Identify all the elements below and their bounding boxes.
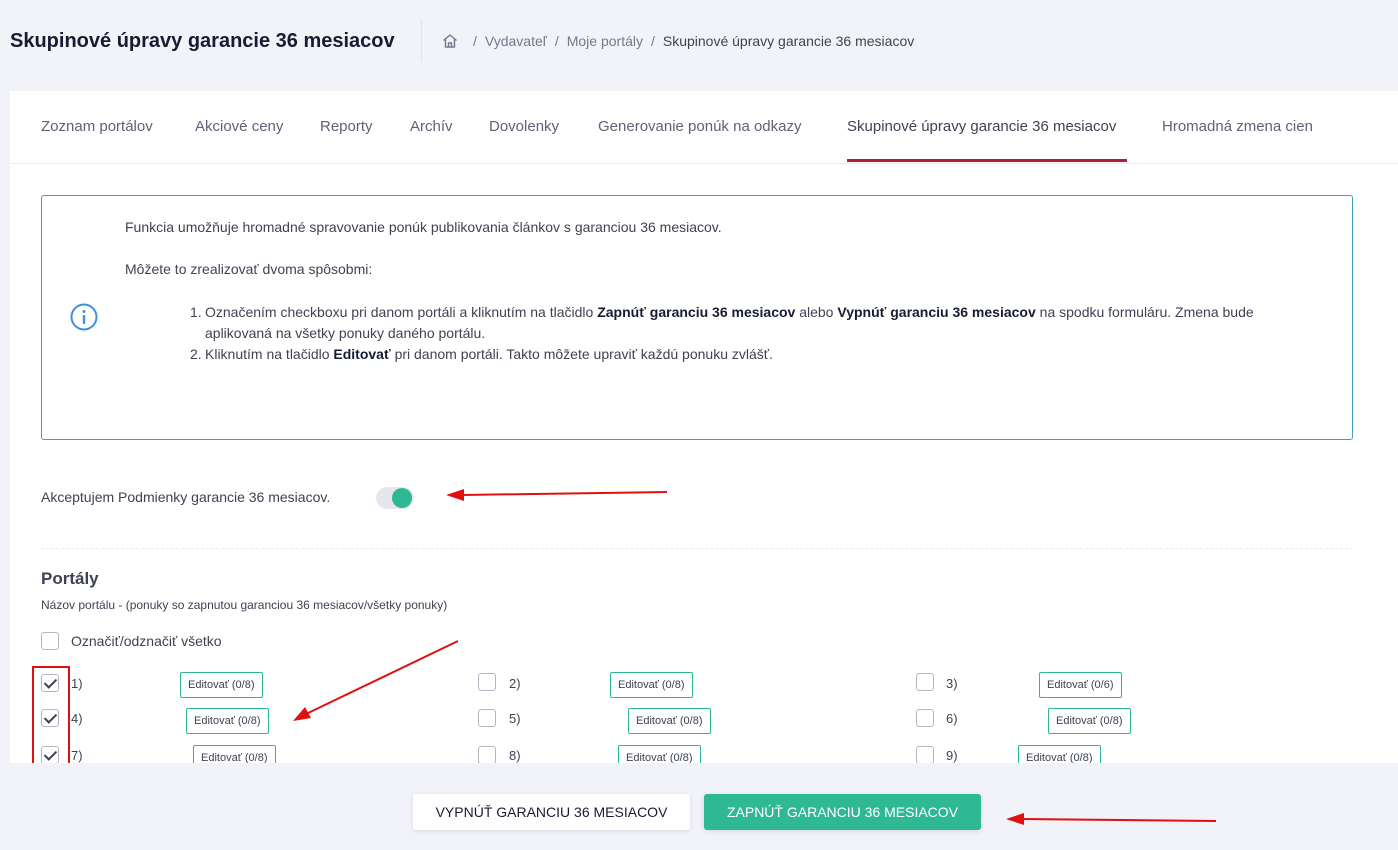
active-tab-indicator bbox=[847, 159, 1127, 162]
info-alert: Funkcia umožňuje hromadné spravovanie po… bbox=[41, 195, 1353, 440]
portal-checkbox[interactable] bbox=[916, 673, 934, 691]
select-all-label: Označiť/odznačiť všetko bbox=[71, 633, 222, 649]
list-text: alebo bbox=[795, 304, 838, 320]
list-text: Označením checkboxu pri danom portáli a … bbox=[205, 304, 598, 320]
portal-number: 5) bbox=[509, 711, 521, 726]
portal-edit-button[interactable]: Editovať (0/6) bbox=[1039, 672, 1122, 698]
portals-subtitle: Názov portálu - (ponuky so zapnutou gara… bbox=[41, 598, 448, 612]
tab-promo-prices[interactable]: Akciové ceny bbox=[195, 118, 283, 135]
portal-edit-button[interactable]: Editovať (0/8) bbox=[628, 708, 711, 734]
main-card: Zoznam portálov Akciové ceny Reporty Arc… bbox=[10, 91, 1398, 771]
breadcrumb-separator: / bbox=[473, 33, 477, 49]
tab-group-guarantee[interactable]: Skupinové úpravy garancie 36 mesiacov bbox=[847, 118, 1116, 135]
portal-number: 3) bbox=[946, 676, 958, 691]
breadcrumb-separator: / bbox=[554, 33, 559, 49]
tab-reports[interactable]: Reporty bbox=[320, 118, 373, 135]
select-all-row: Označiť/odznačiť všetko bbox=[41, 632, 222, 650]
breadcrumb-publisher[interactable]: Vydavateľ bbox=[485, 33, 547, 49]
annotation-highlight-box bbox=[32, 666, 70, 776]
portal-checkbox[interactable] bbox=[478, 709, 496, 727]
select-all-checkbox[interactable] bbox=[41, 632, 59, 650]
portal-checkbox[interactable] bbox=[916, 709, 934, 727]
breadcrumb-current: Skupinové úpravy garancie 36 mesiacov bbox=[662, 33, 915, 49]
portal-edit-button[interactable]: Editovať (0/8) bbox=[180, 672, 263, 698]
tab-vacations[interactable]: Dovolenky bbox=[489, 118, 559, 135]
portal-number: 8) bbox=[509, 748, 521, 763]
page-header: Skupinové úpravy garancie 36 mesiacov / … bbox=[0, 0, 1398, 84]
accept-terms-label: Akceptujem Podmienky garancie 36 mesiaco… bbox=[41, 489, 331, 505]
list-bold-text: Vypnúť garanciu 36 mesiacov bbox=[837, 304, 1036, 320]
breadcrumb: / Vydavateľ / Moje portály / Skupinové ú… bbox=[441, 32, 914, 50]
tab-archive[interactable]: Archív bbox=[410, 118, 453, 135]
tab-bar: Zoznam portálov Akciové ceny Reporty Arc… bbox=[10, 91, 1398, 164]
portal-number: 9) bbox=[946, 748, 958, 763]
info-paragraph: Funkcia umožňuje hromadné spravovanie po… bbox=[125, 219, 722, 235]
info-paragraph: Môžete to zrealizovať dvoma spôsobmi: bbox=[125, 261, 373, 277]
enable-guarantee-button[interactable]: ZAPNÚŤ GARANCIU 36 MESIACOV bbox=[704, 794, 981, 830]
list-text: Kliknutím na tlačidlo bbox=[205, 346, 334, 362]
page-title: Skupinové úpravy garancie 36 mesiacov bbox=[10, 30, 395, 52]
breadcrumb-my-portals[interactable]: Moje portály bbox=[567, 33, 643, 49]
toggle-knob bbox=[392, 488, 412, 508]
portal-edit-button[interactable]: Editovať (0/8) bbox=[186, 708, 269, 734]
action-bar: VYPNÚŤ GARANCIU 36 MESIACOV ZAPNÚŤ GARAN… bbox=[0, 763, 1398, 850]
portal-number: 4) bbox=[71, 711, 83, 726]
list-number: 1. bbox=[190, 304, 202, 320]
home-icon[interactable] bbox=[441, 32, 459, 50]
list-bold-text: Editovať bbox=[333, 346, 391, 362]
accept-terms-toggle[interactable] bbox=[376, 487, 414, 509]
portal-checkbox[interactable] bbox=[478, 746, 496, 764]
portal-number: 1) bbox=[71, 676, 83, 691]
tab-portal-list[interactable]: Zoznam portálov bbox=[41, 118, 153, 135]
section-divider bbox=[41, 548, 1353, 549]
disable-guarantee-button[interactable]: VYPNÚŤ GARANCIU 36 MESIACOV bbox=[413, 794, 690, 830]
list-bold-text: Zapnúť garanciu 36 mesiacov bbox=[597, 304, 796, 320]
info-icon bbox=[70, 303, 98, 331]
portal-edit-button[interactable]: Editovať (0/8) bbox=[610, 672, 693, 698]
list-text: pri danom portáli. Takto môžete upraviť … bbox=[390, 346, 773, 362]
list-number: 2. bbox=[190, 346, 202, 362]
portal-checkbox[interactable] bbox=[916, 746, 934, 764]
tab-link-offers[interactable]: Generovanie ponúk na odkazy bbox=[598, 118, 801, 135]
info-list-item: 1. Označením checkboxu pri danom portáli … bbox=[190, 302, 1310, 344]
portal-checkbox[interactable] bbox=[478, 673, 496, 691]
portal-edit-button[interactable]: Editovať (0/8) bbox=[1048, 708, 1131, 734]
portal-number: 6) bbox=[946, 711, 958, 726]
header-separator bbox=[421, 20, 422, 62]
info-list: 1. Označením checkboxu pri danom portáli … bbox=[190, 302, 1310, 365]
portal-number: 2) bbox=[509, 676, 521, 691]
info-list-item: 2. Kliknutím na tlačidlo Editovať pri dan… bbox=[190, 344, 1310, 365]
tab-bulk-price-change[interactable]: Hromadná zmena cien bbox=[1162, 118, 1313, 135]
breadcrumb-separator: / bbox=[650, 33, 655, 49]
portals-heading: Portály bbox=[41, 569, 99, 588]
portal-number: 7) bbox=[71, 748, 83, 763]
